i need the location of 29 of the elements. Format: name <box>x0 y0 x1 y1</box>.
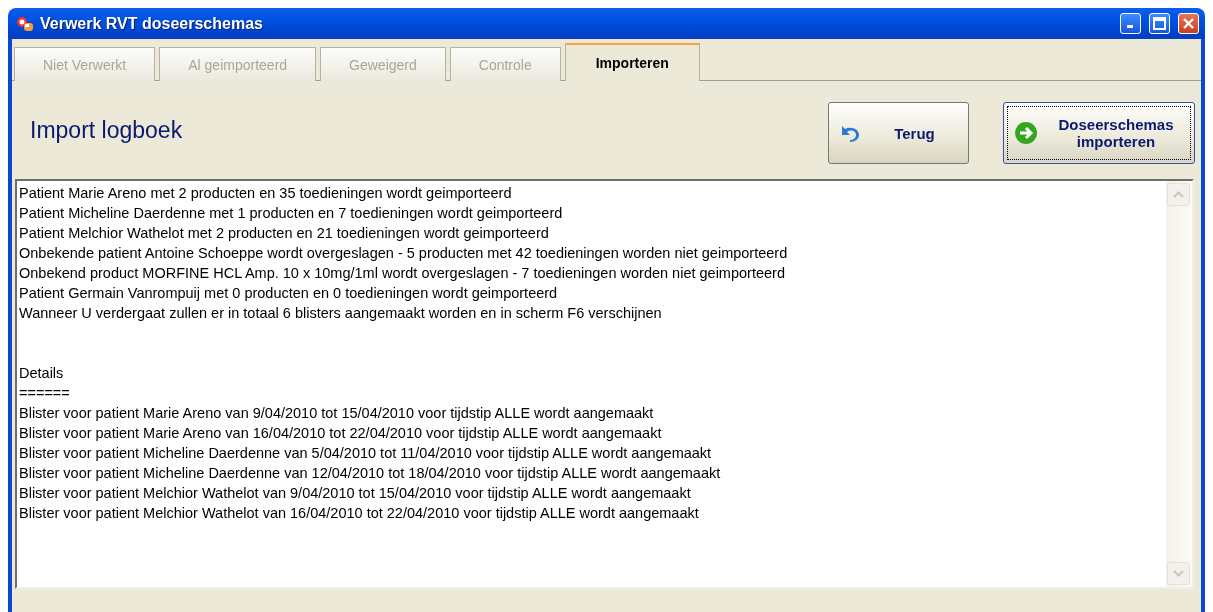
maximize-button[interactable] <box>1149 13 1170 34</box>
log-line: Blister voor patient Micheline Daerdenne van 5/04/2010 tot 11/04/2010 voor tijdstip ALLE wordt aangemaakt <box>19 444 713 463</box>
up-chevron-icon <box>1173 191 1184 198</box>
down-chevron-icon <box>1173 570 1184 577</box>
log-line: Patient Micheline Daerdenne met 1 producten en 7 toedieningen wordt geimporteerd <box>19 204 564 223</box>
log-line: Onbekend product MORFINE HCL Amp. 10 x 10mg/1ml wordt overgeslagen - 7 toedieningen worden niet geimporteerd <box>19 264 786 283</box>
log-line: Blister voor patient Micheline Daerdenne van 12/04/2010 tot 18/04/2010 voor tijdstip ALLE wordt aangemaakt <box>19 464 722 483</box>
details-rule: ====== <box>19 384 71 403</box>
close-button[interactable] <box>1178 13 1199 34</box>
app-icon <box>16 15 34 32</box>
log-line: Onbekende patient Antoine Schoeppe wordt overgeslagen - 5 producten met 42 toedieningen worden niet geimporteerd <box>19 244 789 263</box>
details-heading: Details <box>19 364 65 383</box>
undo-arrow-icon <box>839 123 861 143</box>
log-line: Patient Germain Vanrompuij met 0 producten en 0 toedieningen wordt geimporteerd <box>19 284 559 303</box>
log-line: Blister voor patient Melchior Wathelot van 16/04/2010 tot 22/04/2010 voor tijdstip ALLE wordt aangemaakt <box>19 504 700 523</box>
log-line: Patient Melchior Wathelot met 2 producten en 21 toedieningen wordt geimporteerd <box>19 224 550 243</box>
maximize-icon <box>1153 17 1166 30</box>
log-line: Blister voor patient Melchior Wathelot van 9/04/2010 tot 15/04/2010 voor tijdstip ALLE wordt aangemaakt <box>19 484 692 503</box>
tab[interactable]: Importeren <box>564 43 700 81</box>
minimize-button[interactable] <box>1120 13 1141 34</box>
window-title: Verwerk RVT doseerschemas <box>40 14 264 33</box>
section-heading: Import logboek <box>30 116 184 144</box>
log-line: Wanneer U verdergaat zullen er in totaal 6 blisters aangemaakt worden en in scherm F6 verschijnen <box>19 304 663 323</box>
log-line: Patient Marie Areno met 2 producten en 35 toedieningen wordt geimporteerd <box>19 184 513 203</box>
import-button[interactable]: Doseerschemas importeren <box>1003 102 1195 164</box>
close-icon <box>1182 17 1195 30</box>
back-button[interactable]: Terug <box>828 102 969 164</box>
log-line: Blister voor patient Marie Areno van 9/04/2010 tot 15/04/2010 voor tijdstip ALLE wordt aangemaakt <box>19 404 655 423</box>
log-line: Blister voor patient Marie Areno van 16/04/2010 tot 22/04/2010 voor tijdstip ALLE wordt aangemaakt <box>19 424 663 443</box>
